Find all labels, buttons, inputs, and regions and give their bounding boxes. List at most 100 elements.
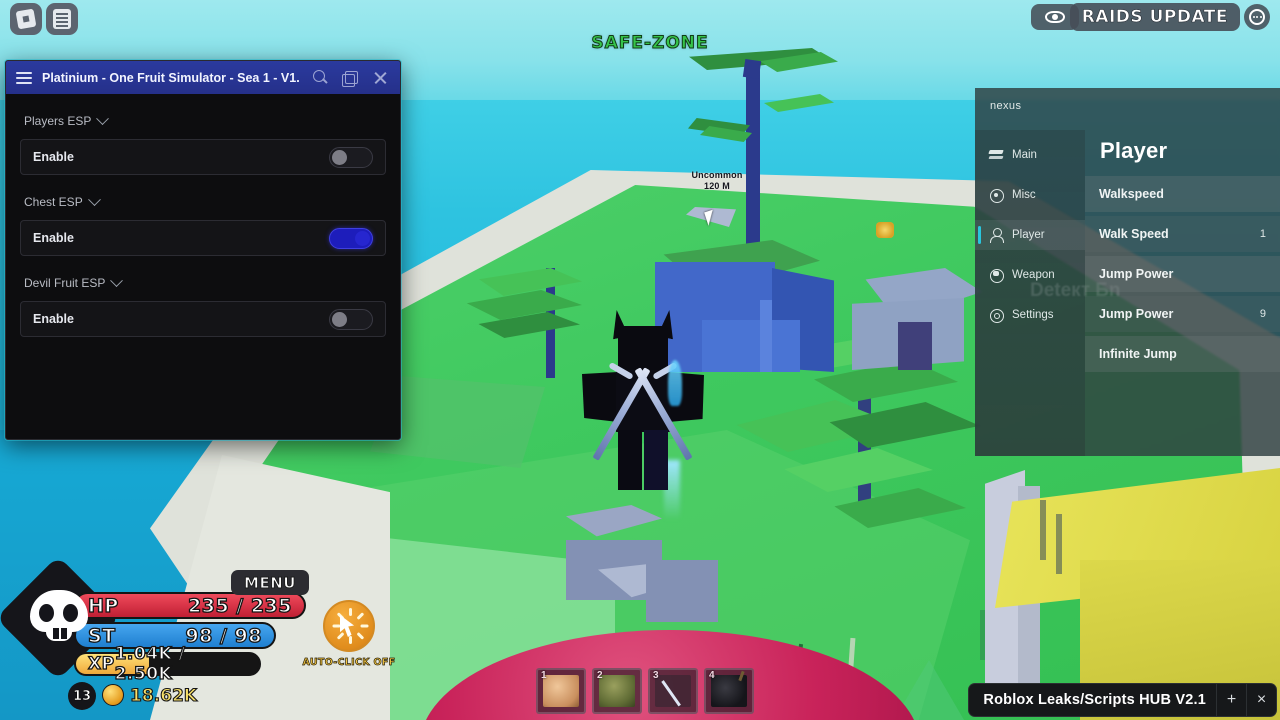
hotbar-slot-4[interactable]: 4	[704, 668, 754, 714]
layers-icon	[989, 148, 1003, 162]
copy-icon[interactable]	[340, 68, 360, 88]
coin-value: 18.62K	[129, 685, 197, 706]
hotbar-slot-number: 3	[653, 670, 659, 681]
menu-button[interactable]: MENU	[231, 570, 309, 595]
ellipsis-icon[interactable]	[1244, 4, 1270, 30]
player-character	[582, 316, 704, 496]
devil-fruit-icon	[599, 675, 635, 707]
aura-effect	[668, 360, 682, 406]
toggle-players-esp-enable[interactable]	[329, 146, 373, 168]
script-panel-titlebar[interactable]: Platinium - One Fruit Simulator - Sea 1 …	[6, 61, 400, 94]
house-edge	[760, 300, 772, 372]
script-panel-body: Players ESP Enable Chest ESP Enable Devi…	[6, 94, 400, 337]
hotbar-slot-number: 1	[541, 670, 547, 681]
hub-watermark-bar[interactable]: Roblox Leaks/Scripts HUB V2.1 + ×	[969, 684, 1276, 716]
house-base	[702, 320, 800, 372]
row-value: 1	[1259, 228, 1266, 240]
hub-add-button[interactable]: +	[1216, 684, 1246, 716]
character-leg-left	[618, 430, 642, 490]
section-header-players-esp[interactable]: Players ESP	[24, 108, 386, 134]
auto-click-label: AUTO-CLICK OFF	[302, 657, 396, 669]
row-jump-power[interactable]: Jump Power	[1085, 256, 1280, 292]
nexus-brand: nexus	[990, 100, 1022, 112]
row-label: Infinite Jump	[1099, 347, 1177, 361]
ellipsis-glyph	[1249, 9, 1265, 25]
row-walkspeed[interactable]: Walkspeed	[1085, 176, 1280, 212]
raids-update-banner[interactable]: RAIDS UPDATE	[1069, 3, 1240, 31]
xp-bar: XP 1.04K / 2.50K	[74, 643, 261, 685]
raids-update-label: RAIDS UPDATE	[1081, 7, 1228, 28]
hotbar-slot-1[interactable]: 1	[536, 668, 586, 714]
chevron-down-icon[interactable]	[87, 192, 101, 206]
auto-click-button[interactable]	[323, 600, 375, 652]
hotbar-slot-2[interactable]: 2	[592, 668, 642, 714]
sidebar-item-label: Misc	[1012, 189, 1036, 201]
chest-esp-rarity: Uncommon	[691, 170, 743, 180]
person-icon	[989, 228, 1004, 243]
hub-watermark-title: Roblox Leaks/Scripts HUB V2.1	[983, 692, 1206, 708]
health-bar: HP 235 / 235	[74, 592, 306, 619]
sidebar-item-settings[interactable]: Settings	[975, 300, 1085, 330]
gear-icon	[989, 308, 1004, 323]
sidebar-item-label: Settings	[1012, 309, 1054, 321]
detail-streak	[980, 610, 985, 660]
skull-icon	[30, 590, 88, 648]
tree-branch	[742, 58, 762, 80]
section-header-devil-fruit-esp[interactable]: Devil Fruit ESP	[24, 270, 386, 296]
row-walk-speed[interactable]: Walk Speed 1	[1085, 216, 1280, 252]
row-label: Enable	[33, 312, 74, 326]
toggle-devil-fruit-esp-enable[interactable]	[329, 308, 373, 330]
hotbar-slot-number: 4	[709, 670, 715, 681]
weapon-icon	[989, 268, 1004, 283]
chevron-down-icon[interactable]	[110, 273, 124, 287]
row-label: Jump Power	[1099, 267, 1174, 281]
target-icon	[989, 188, 1004, 203]
sidebar-item-player[interactable]: Player	[975, 220, 1085, 250]
section-label: Players ESP	[24, 114, 92, 128]
hub-close-button[interactable]: ×	[1246, 684, 1276, 716]
fist-icon	[543, 675, 579, 707]
stamina-label: ST	[87, 624, 116, 647]
nexus-panel[interactable]: nexus Main Misc Player Weapon Settings D…	[975, 88, 1280, 456]
character-arm-left	[582, 372, 618, 422]
health-label: HP	[87, 594, 119, 617]
coin-icon	[102, 684, 124, 706]
chevron-down-icon[interactable]	[96, 111, 110, 125]
level-value: 13	[72, 688, 92, 704]
character-head	[618, 326, 668, 372]
skull-jaw	[46, 628, 72, 641]
toggle-chest-esp-enable[interactable]	[329, 227, 373, 249]
row-label: Walk Speed	[1099, 227, 1169, 241]
row-value: 9	[1259, 308, 1266, 320]
section-label: Devil Fruit ESP	[24, 276, 106, 290]
sidebar-item-main[interactable]: Main	[975, 140, 1085, 170]
character-leg-right	[644, 430, 668, 490]
sidebar-item-label: Player	[1012, 229, 1045, 241]
hotbar: 1 2 3 4	[536, 668, 754, 714]
row-devil-fruit-esp-enable[interactable]: Enable	[20, 301, 386, 337]
row-infinite-jump[interactable]: Infinite Jump	[1085, 336, 1280, 372]
level-badge: 13	[68, 682, 96, 710]
sidebar-item-misc[interactable]: Misc	[975, 180, 1085, 210]
game-log-icon[interactable]	[46, 3, 78, 35]
section-header-chest-esp[interactable]: Chest ESP	[24, 189, 386, 215]
skull-eye	[39, 604, 54, 622]
xp-value: 1.04K / 2.50K	[114, 643, 186, 684]
hotbar-slot-3[interactable]: 3	[648, 668, 698, 714]
row-players-esp-enable[interactable]: Enable	[20, 139, 386, 175]
nexus-page-title: Player	[1100, 138, 1168, 163]
close-icon[interactable]	[370, 68, 390, 88]
script-panel-title: Platinium - One Fruit Simulator - Sea 1 …	[42, 70, 300, 85]
sword-icon	[655, 675, 691, 707]
hamburger-icon[interactable]	[16, 71, 32, 84]
row-chest-esp-enable[interactable]: Enable	[20, 220, 386, 256]
small-house-door	[898, 322, 932, 370]
top-bar: RAIDS UPDATE	[0, 0, 1280, 40]
section-label: Chest ESP	[24, 195, 83, 209]
row-label: Enable	[33, 231, 74, 245]
row-jump-power-slider[interactable]: Jump Power 9	[1085, 296, 1280, 332]
roblox-logo-icon[interactable]	[10, 3, 42, 35]
script-panel[interactable]: Platinium - One Fruit Simulator - Sea 1 …	[5, 60, 401, 440]
search-icon[interactable]	[310, 68, 330, 88]
chest-esp-label: Uncommon 120 M	[662, 170, 772, 192]
